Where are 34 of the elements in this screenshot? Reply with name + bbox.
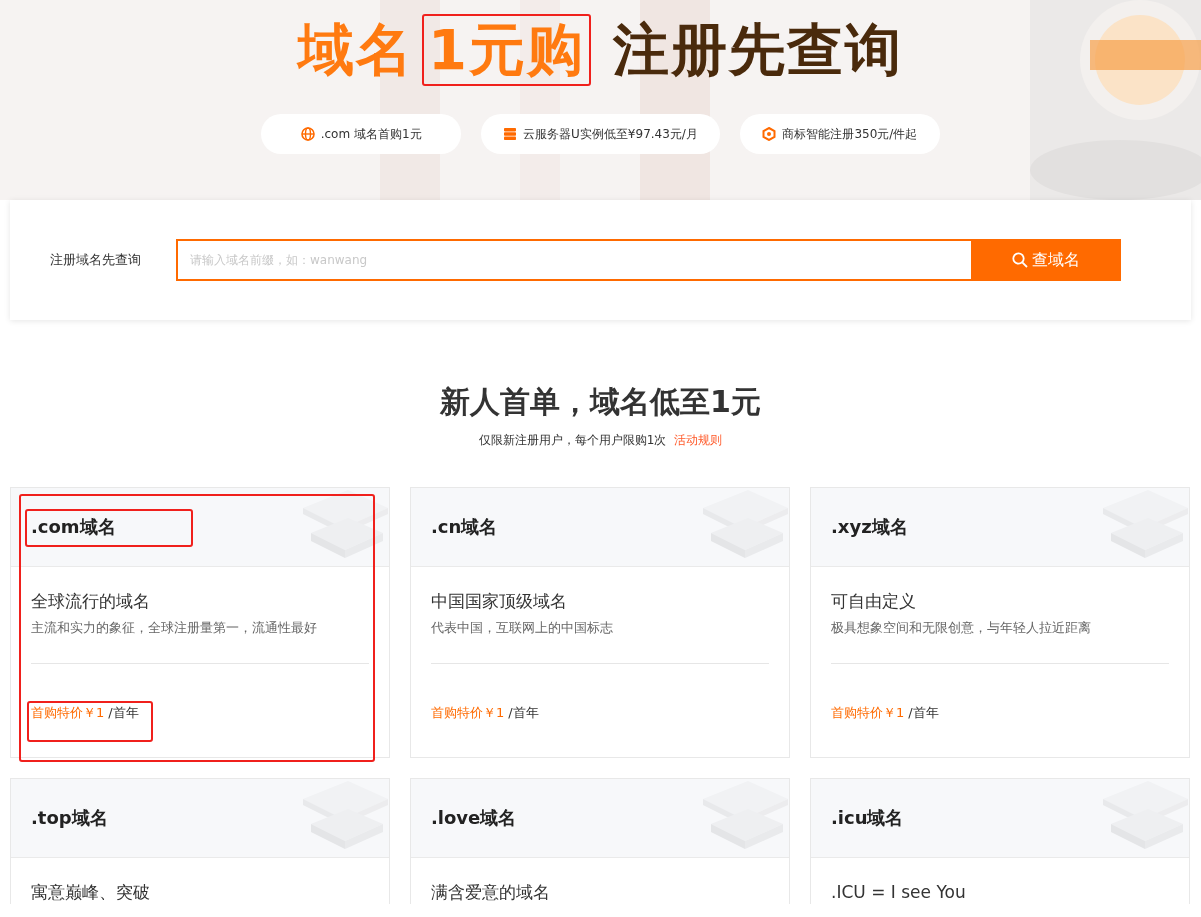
- card-description: 主流和实力的象征，全球注册量第一，流通性最好: [31, 619, 318, 637]
- card-title: .xyz域名: [831, 515, 908, 539]
- card-title: .icu域名: [831, 806, 904, 830]
- card-subtitle: 满含爱意的域名: [431, 881, 551, 904]
- headline-text: 注册先查询: [612, 16, 904, 84]
- promo-pill[interactable]: 云服务器U实例低至¥97.43元/月: [481, 114, 720, 154]
- card-subtitle: 全球流行的域名: [31, 590, 151, 613]
- price-label: 首购特价￥1: [831, 705, 905, 720]
- card-title: .top域名: [31, 806, 108, 830]
- price-label: 首购特价￥1: [431, 705, 505, 720]
- card-description: 代表中国，互联网上的中国标志: [431, 619, 614, 637]
- headline-text: 1元购: [422, 14, 591, 86]
- promo-pill[interactable]: 商标智能注册350元/件起: [739, 114, 940, 154]
- price-label: 首购特价￥1: [31, 705, 105, 720]
- globe-icon: [300, 127, 315, 141]
- search-label: 注册域名先查询: [50, 251, 142, 269]
- headline-text: 域名: [295, 16, 415, 84]
- offer-note: 仅限新注册用户，每个用户限购1次: [478, 432, 667, 449]
- card-title: .love域名: [431, 806, 517, 830]
- card-subtitle: 中国国家顶级域名: [431, 590, 568, 613]
- promo-pill[interactable]: .com 域名首购1元: [261, 114, 462, 154]
- card-description: 极具想象空间和无限创意，与年轻人拉近距离: [831, 619, 1092, 637]
- card-title: .cn域名: [431, 515, 498, 539]
- card-subtitle: 寓意巅峰、突破: [31, 881, 151, 904]
- search-icon: [1012, 252, 1028, 268]
- hexagon-icon: [762, 127, 777, 141]
- price-unit: /首年: [108, 705, 139, 720]
- price-unit: /首年: [908, 705, 939, 720]
- server-icon: [503, 127, 518, 141]
- price-unit: /首年: [508, 705, 539, 720]
- card-title: .com域名: [31, 515, 116, 539]
- card-subtitle: .ICU = I see You: [831, 881, 967, 904]
- card-subtitle: 可自由定义: [831, 590, 917, 613]
- section-title: 新人首单，域名低至1元: [439, 383, 762, 421]
